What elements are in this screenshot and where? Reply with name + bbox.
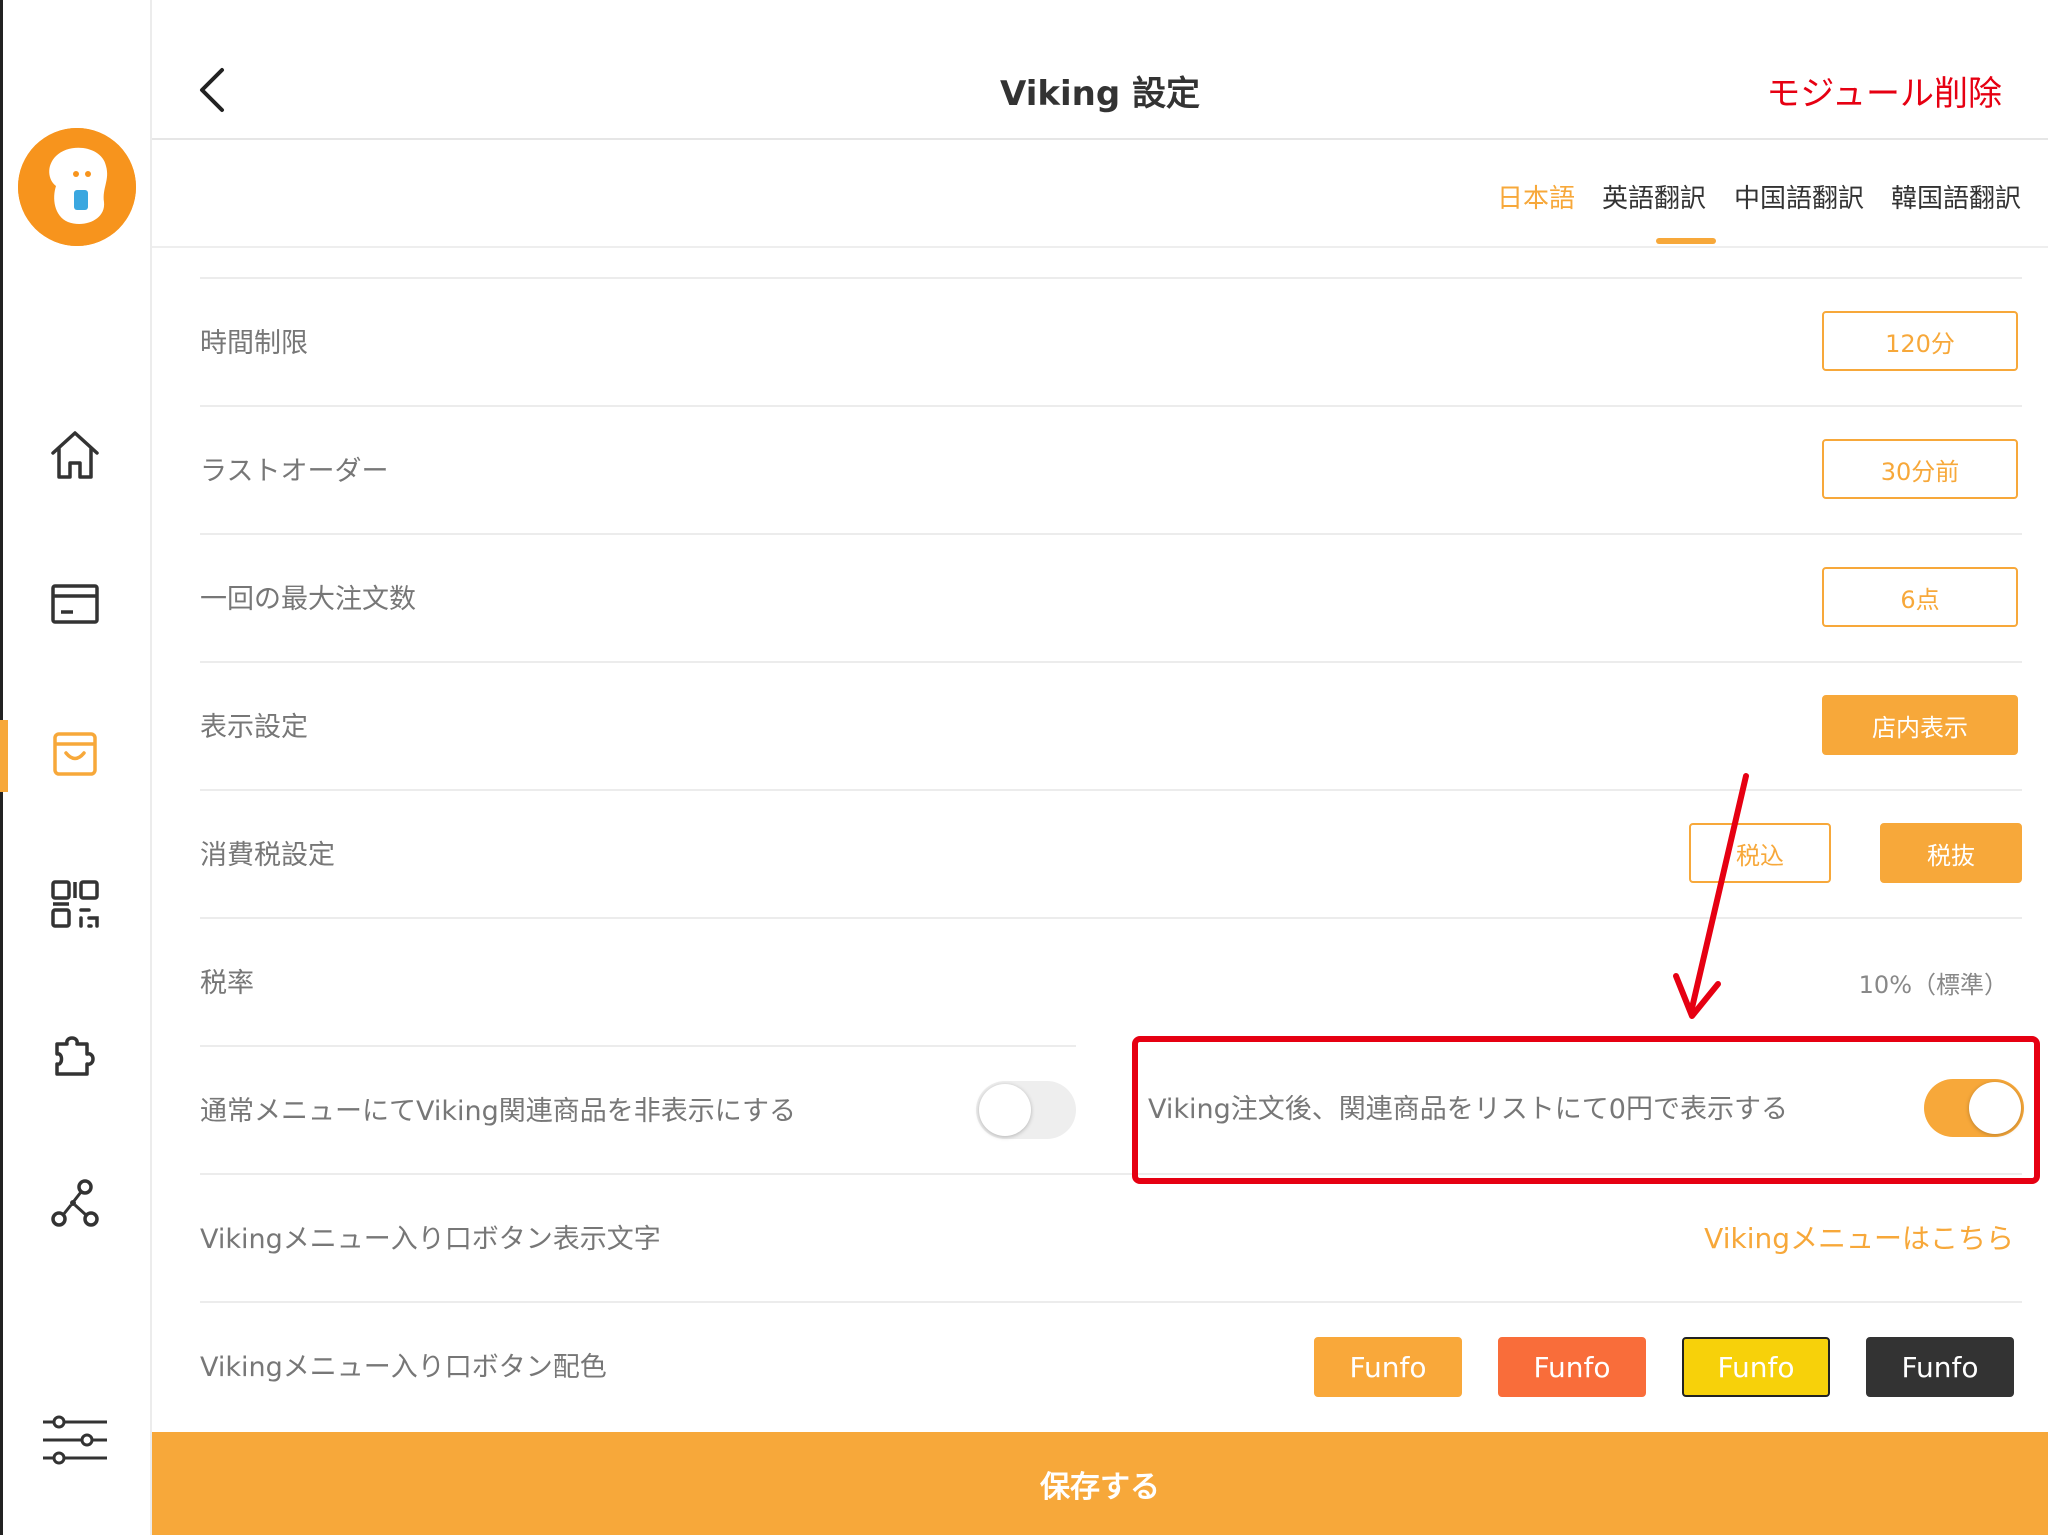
row-hide-normal-menu: 通常メニューにてViking関連商品を非表示にする: [200, 1045, 1076, 1175]
tab-english[interactable]: 英語翻訳: [1602, 178, 1706, 215]
page-title: Viking 設定: [999, 74, 1200, 114]
tax-rate-value: 10%（標準）: [1858, 971, 2008, 999]
annotation-arrow-icon: [1673, 773, 1749, 1019]
last-order-label: ラストオーダー: [200, 456, 389, 487]
max-order-button[interactable]: 6点: [1822, 567, 2018, 627]
row-last-order: ラストオーダー 30分前: [200, 405, 2022, 535]
entry-color-label: Vikingメニュー入り口ボタン配色: [200, 1352, 607, 1383]
tab-korean[interactable]: 韓国語翻訳: [1891, 178, 2021, 215]
color-option-black[interactable]: Funfo: [1866, 1337, 2014, 1397]
entry-text-label: Vikingメニュー入り口ボタン表示文字: [200, 1224, 661, 1255]
language-tabs: 日本語 英語翻訳 中国語翻訳 韓国語翻訳: [152, 138, 2048, 248]
tax-excluded-button[interactable]: 税抜: [1880, 823, 2022, 883]
display-button[interactable]: 店内表示: [1822, 695, 2018, 755]
row-max-order: 一回の最大注文数 6点: [200, 533, 2022, 663]
time-limit-label: 時間制限: [200, 328, 308, 359]
hide-normal-label: 通常メニューにてViking関連商品を非表示にする: [200, 1096, 797, 1127]
display-label: 表示設定: [200, 712, 308, 743]
tab-japanese[interactable]: 日本語: [1497, 178, 1575, 215]
page-header: Viking 設定 モジュール削除: [152, 0, 2048, 140]
toggle-knob: [979, 1084, 1031, 1136]
toggle-knob: [1969, 1082, 2021, 1134]
color-option-orange[interactable]: Funfo: [1314, 1337, 1462, 1397]
puzzle-icon: [55, 1036, 95, 1076]
tab-chinese[interactable]: 中国語翻訳: [1734, 178, 1864, 215]
show-zero-toggle[interactable]: [1924, 1079, 2024, 1137]
last-order-button[interactable]: 30分前: [1822, 439, 2018, 499]
nav-home[interactable]: [0, 405, 150, 505]
max-order-label: 一回の最大注文数: [200, 584, 416, 615]
nav-shop[interactable]: [0, 704, 150, 804]
nav-network[interactable]: [0, 1153, 150, 1253]
app-logo: [18, 128, 136, 246]
row-entry-text: Vikingメニュー入り口ボタン表示文字 Vikingメニューはこちら: [200, 1173, 2022, 1303]
color-option-yellow[interactable]: Funfo: [1682, 1337, 1830, 1397]
hide-normal-toggle[interactable]: [976, 1081, 1076, 1139]
delete-module-button[interactable]: モジュール削除: [1766, 66, 2002, 115]
show-zero-label: Viking注文後、関連商品をリストにて0円で表示する: [1148, 1094, 1788, 1125]
save-button[interactable]: 保存する: [152, 1432, 2048, 1535]
nav-qr[interactable]: [0, 854, 150, 954]
network-icon: [51, 1179, 99, 1227]
sliders-icon: [43, 1415, 107, 1465]
active-tab-indicator: [1656, 238, 1716, 244]
nav-settings[interactable]: [0, 1390, 150, 1490]
nav-orders[interactable]: [0, 554, 150, 654]
mascot-icon: [18, 128, 136, 246]
tax-rate-label: 税率: [200, 968, 254, 999]
row-entry-color: Vikingメニュー入り口ボタン配色 Funfo Funfo Funfo Fun…: [200, 1301, 2022, 1431]
qr-code-icon: [51, 880, 99, 928]
shop-bag-icon: [53, 732, 97, 776]
row-show-zero-yen: Viking注文後、関連商品をリストにて0円で表示する: [1148, 1045, 2028, 1173]
row-time-limit: 時間制限 120分: [200, 277, 2022, 407]
entry-text-value[interactable]: Vikingメニューはこちら: [1704, 1217, 2014, 1257]
time-limit-button[interactable]: 120分: [1822, 311, 2018, 371]
color-option-red-orange[interactable]: Funfo: [1498, 1337, 1646, 1397]
sidebar: [0, 0, 152, 1535]
tax-label: 消費税設定: [200, 840, 335, 871]
nav-modules[interactable]: [0, 1004, 150, 1104]
home-icon: [51, 431, 99, 479]
card-icon: [51, 584, 99, 624]
